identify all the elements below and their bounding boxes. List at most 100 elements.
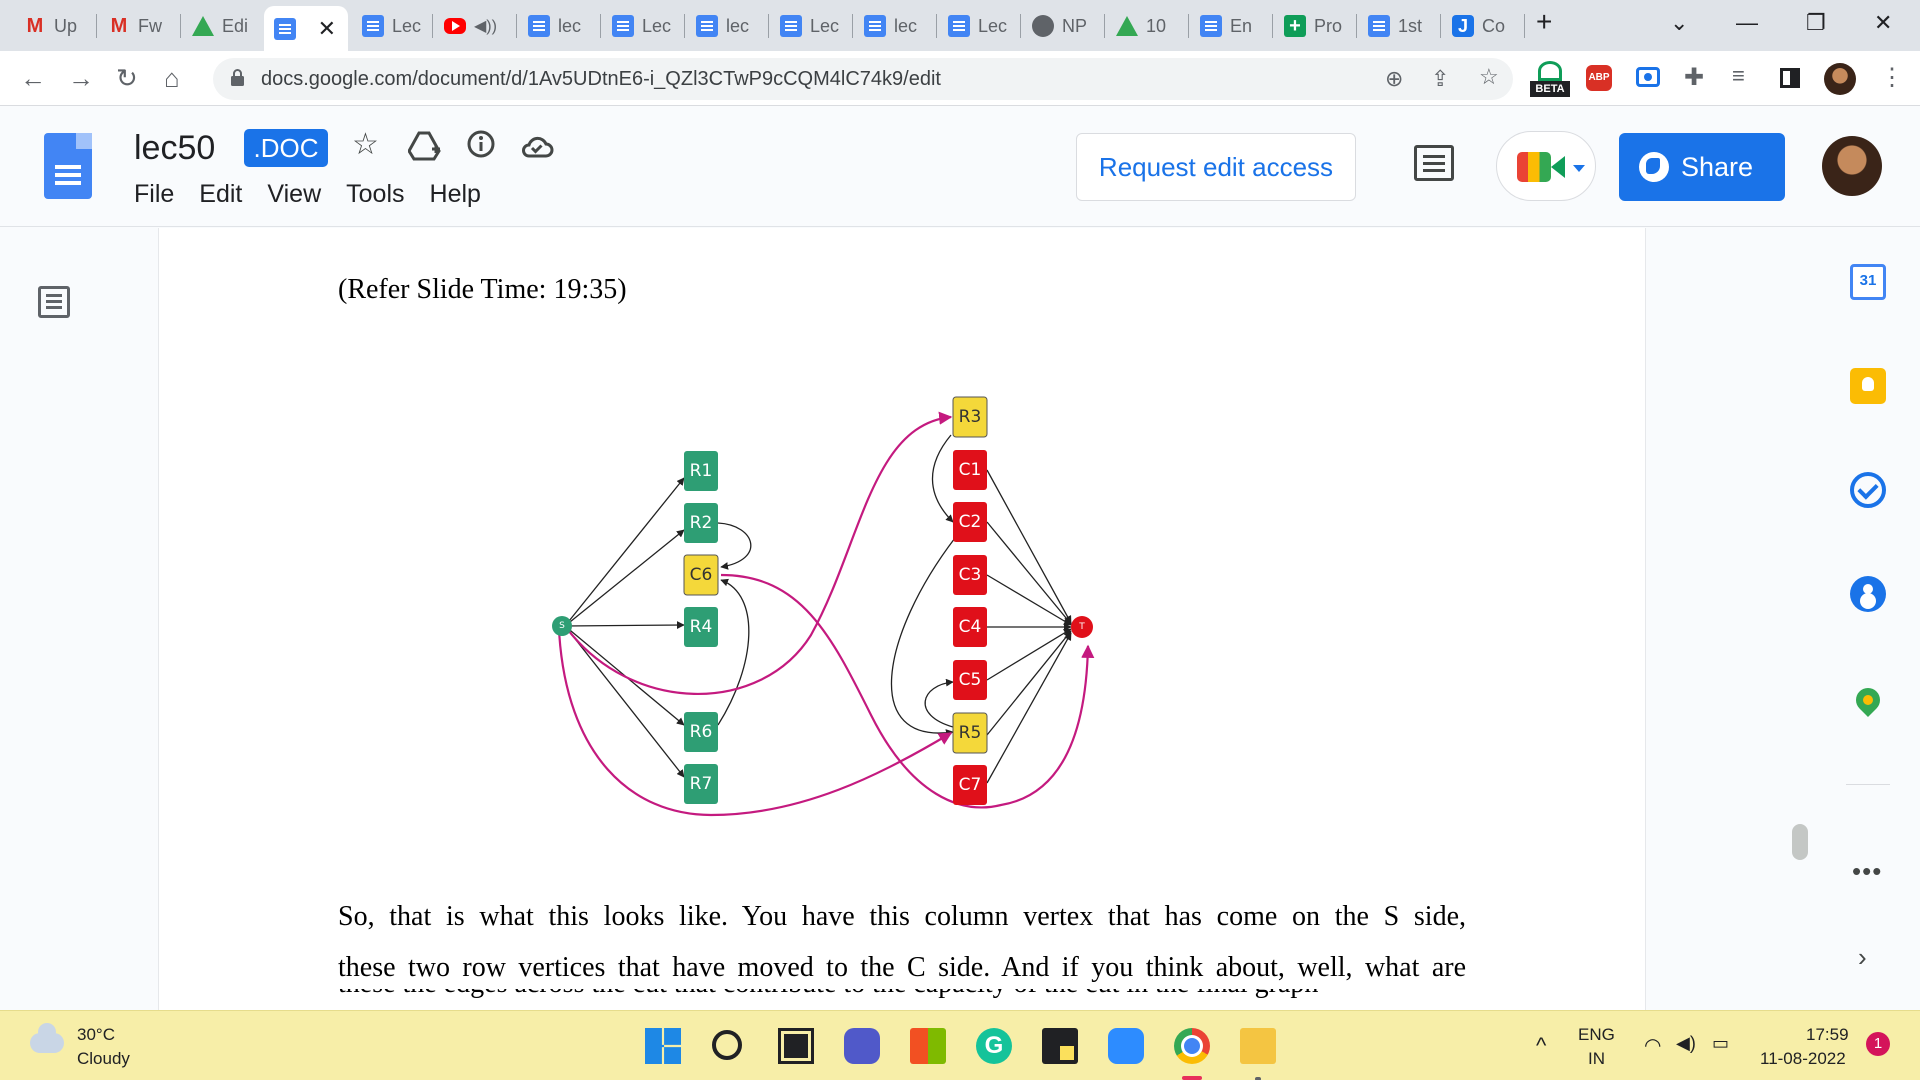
notification-badge[interactable]: 1 <box>1866 1032 1890 1056</box>
close-window-button[interactable]: ✕ <box>1874 10 1892 36</box>
address-bar[interactable]: docs.google.com/document/d/1Av5UDtnE6-i_… <box>213 58 1513 100</box>
grammarly-icon[interactable]: G <box>976 1028 1012 1064</box>
browser-menu-icon[interactable]: ⋮ <box>1880 63 1904 92</box>
windows-start-icon[interactable] <box>645 1028 681 1064</box>
request-edit-access-button[interactable]: Request edit access <box>1076 133 1356 201</box>
side-panel-divider <box>1846 784 1890 785</box>
tab-close-icon[interactable]: ✕ <box>318 16 336 42</box>
expand-panel-chevron-icon[interactable]: › <box>1858 942 1867 973</box>
docs-icon <box>274 17 296 40</box>
forward-arrow-icon[interactable]: → <box>68 63 94 94</box>
new-tab-button[interactable]: + <box>1536 6 1552 38</box>
tab-doc-lec-2[interactable]: lec <box>518 8 598 44</box>
tab-doc-lec-6[interactable]: lec <box>854 8 934 44</box>
docs-logo-icon[interactable] <box>44 133 92 199</box>
tab-doc-en[interactable]: En <box>1190 8 1270 44</box>
weather-description[interactable]: Cloudy <box>77 1049 130 1069</box>
language-top[interactable]: ENG <box>1578 1025 1615 1045</box>
tab-np[interactable]: NP <box>1022 8 1102 44</box>
share-page-icon[interactable]: ⇪ <box>1431 66 1449 92</box>
bookmark-star-icon[interactable]: ☆ <box>1479 64 1499 90</box>
search-icon[interactable] <box>712 1030 742 1060</box>
star-icon[interactable]: ☆ <box>352 127 379 162</box>
tab-gmail-1[interactable]: M Up <box>14 8 94 44</box>
comment-history-icon[interactable] <box>1414 145 1454 181</box>
document-outline-icon[interactable] <box>38 286 70 318</box>
svg-text:R3: R3 <box>959 407 982 427</box>
tab-doc-1st[interactable]: 1st <box>1358 8 1438 44</box>
windows-taskbar: 30°C Cloudy G ^ ENG IN ◠ ◀) ▭ 17:59 11-0… <box>0 1010 1920 1080</box>
reading-list-icon[interactable]: ≡ <box>1732 63 1745 89</box>
account-avatar[interactable] <box>1822 136 1882 196</box>
zoom-icon[interactable] <box>1108 1028 1144 1064</box>
source-node: S <box>552 616 572 636</box>
reload-icon[interactable]: ↻ <box>116 63 138 94</box>
tab-doc-lec-4[interactable]: lec <box>686 8 766 44</box>
tab-search-chevron-icon[interactable]: ⌄ <box>1670 10 1688 36</box>
sticky-notes-icon[interactable] <box>1042 1028 1078 1064</box>
share-button[interactable]: Share <box>1619 133 1785 201</box>
microsoft-store-icon[interactable] <box>910 1028 946 1064</box>
language-bottom[interactable]: IN <box>1588 1049 1605 1069</box>
adblock-icon[interactable]: ABP <box>1586 65 1612 91</box>
tab-doc-lec-7[interactable]: Lec <box>938 8 1018 44</box>
maps-icon[interactable] <box>1851 683 1885 717</box>
svg-text:R5: R5 <box>959 723 982 743</box>
teams-chat-icon[interactable] <box>844 1028 880 1064</box>
tab-youtube[interactable]: ◀)) <box>434 8 514 44</box>
menu-tools[interactable]: Tools <box>346 180 404 209</box>
tab-active-doc[interactable]: ✕ <box>264 6 348 51</box>
profile-avatar[interactable] <box>1824 63 1856 95</box>
screencast-extension-icon[interactable] <box>1636 67 1660 87</box>
cloud-weather-icon[interactable] <box>30 1023 64 1053</box>
menu-view[interactable]: View <box>267 180 321 209</box>
cloud-saved-icon[interactable] <box>520 133 554 159</box>
back-arrow-icon[interactable]: ← <box>20 63 46 94</box>
document-page: (Refer Slide Time: 19:35) S R1 R2 C6 R4 … <box>158 228 1646 1010</box>
menu-help[interactable]: Help <box>430 180 481 209</box>
tab-drive-1[interactable]: Edi <box>182 8 262 44</box>
volume-icon[interactable]: ◀) <box>1676 1033 1696 1054</box>
meet-button[interactable] <box>1496 131 1596 201</box>
keep-icon[interactable] <box>1850 368 1886 404</box>
lock-icon[interactable] <box>231 69 244 86</box>
task-view-icon[interactable] <box>778 1028 814 1064</box>
tasks-icon[interactable] <box>1850 472 1886 508</box>
tab-gmail-2[interactable]: M Fw <box>98 8 178 44</box>
zoom-icon[interactable]: ⊕ <box>1385 66 1403 92</box>
home-icon[interactable]: ⌂ <box>164 63 180 94</box>
tray-overflow-chevron-icon[interactable]: ^ <box>1536 1033 1546 1059</box>
menu-file[interactable]: File <box>134 180 174 209</box>
tab-co[interactable]: J Co <box>1442 8 1522 44</box>
restore-button[interactable]: ❐ <box>1806 10 1826 36</box>
tab-doc-lec-3[interactable]: Lec <box>602 8 682 44</box>
clock-time[interactable]: 17:59 <box>1806 1025 1849 1045</box>
wifi-icon[interactable]: ◠ <box>1644 1033 1661 1058</box>
move-to-drive-icon[interactable] <box>408 131 442 161</box>
more-icon[interactable]: ••• <box>1852 856 1882 887</box>
minimize-button[interactable]: — <box>1736 10 1758 36</box>
beta-extension-icon[interactable]: BETA <box>1530 59 1570 99</box>
document-title[interactable]: lec50 <box>134 129 215 168</box>
side-panel-toggle-icon[interactable] <box>1780 68 1800 88</box>
url-text: docs.google.com/document/d/1Av5UDtnE6-i_… <box>261 68 941 90</box>
tab-doc-lec-5[interactable]: Lec <box>770 8 850 44</box>
info-icon[interactable] <box>466 129 496 159</box>
menu-edit[interactable]: Edit <box>199 180 242 209</box>
chrome-icon[interactable] <box>1174 1028 1210 1064</box>
battery-icon[interactable]: ▭ <box>1712 1033 1729 1054</box>
tab-sheet-pro[interactable]: + Pro <box>1274 8 1354 44</box>
file-explorer-icon[interactable] <box>1240 1028 1276 1064</box>
audio-playing-icon[interactable]: ◀)) <box>474 16 497 36</box>
contacts-icon[interactable] <box>1850 576 1886 612</box>
browser-toolbar: ← → ↻ ⌂ docs.google.com/document/d/1Av5U… <box>0 51 1920 106</box>
extensions-puzzle-icon[interactable]: ✚ <box>1684 63 1704 92</box>
weather-temperature[interactable]: 30°C <box>77 1025 115 1045</box>
calendar-icon[interactable]: 31 <box>1850 264 1886 300</box>
tab-doc-lec-1[interactable]: Lec <box>352 8 430 44</box>
tab-drive-2[interactable]: 10 <box>1106 8 1186 44</box>
vertical-scrollbar-thumb[interactable] <box>1792 824 1808 860</box>
share-label: Share <box>1681 152 1754 182</box>
clock-date[interactable]: 11-08-2022 <box>1760 1049 1846 1069</box>
sink-node: T <box>1071 616 1093 638</box>
